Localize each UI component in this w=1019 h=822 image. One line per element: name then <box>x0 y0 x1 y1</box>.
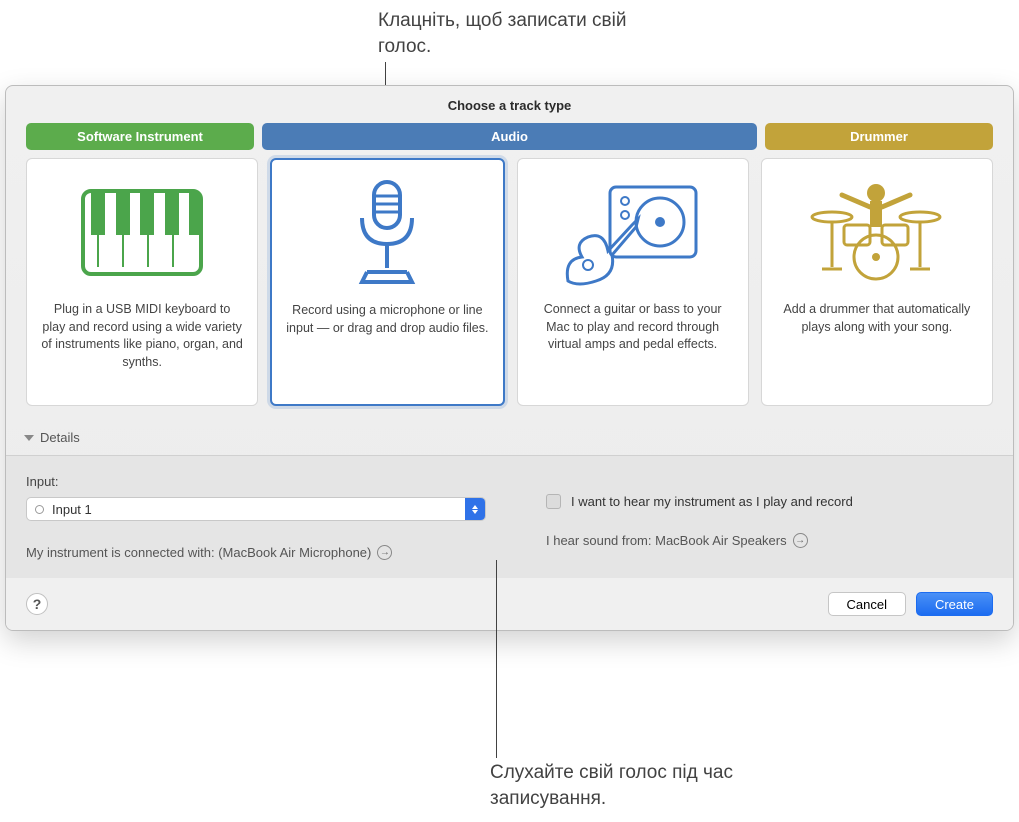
input-label: Input: <box>26 474 486 489</box>
output-device-row[interactable]: I hear sound from: MacBook Air Speakers … <box>546 533 993 548</box>
drummer-icon <box>792 173 962 291</box>
new-track-dialog: Choose a track type Software Instrument … <box>5 85 1014 631</box>
card-mic-description: Record using a microphone or line input … <box>286 302 488 337</box>
card-software-instrument[interactable]: Plug in a USB MIDI keyboard to play and … <box>26 158 258 406</box>
details-right-column: I want to hear my instrument as I play a… <box>546 474 993 560</box>
tab-software-instrument: Software Instrument <box>26 123 254 150</box>
details-toggle[interactable]: Details <box>6 424 1013 455</box>
card-audio-mic[interactable]: Record using a microphone or line input … <box>270 158 504 406</box>
track-type-cards: Plug in a USB MIDI keyboard to play and … <box>6 158 1013 424</box>
input-device-row[interactable]: My instrument is connected with: (MacBoo… <box>26 545 486 560</box>
callout-record-voice: Клацніть, щоб записати свій голос. <box>378 8 678 59</box>
keyboard-icon <box>57 173 227 291</box>
output-device-text: I hear sound from: MacBook Air Speakers <box>546 533 787 548</box>
dialog-footer: ? Cancel Create <box>6 578 1013 630</box>
monitoring-checkbox-row[interactable]: I want to hear my instrument as I play a… <box>546 494 993 509</box>
track-type-tabs: Software Instrument Audio Drummer <box>6 123 1013 158</box>
input-device-text: My instrument is connected with: (MacBoo… <box>26 545 371 560</box>
monitoring-checkbox-label: I want to hear my instrument as I play a… <box>571 494 853 509</box>
details-panel: Input: Input 1 My instrument is connecte… <box>6 455 1013 578</box>
arrow-right-circle-icon: → <box>377 545 392 560</box>
card-drummer[interactable]: Add a drummer that automatically plays a… <box>761 158 993 406</box>
select-stepper-icon <box>465 498 485 520</box>
guitar-amp-icon <box>548 173 718 291</box>
details-left-column: Input: Input 1 My instrument is connecte… <box>26 474 486 560</box>
create-button[interactable]: Create <box>916 592 993 616</box>
tab-audio: Audio <box>262 123 757 150</box>
card-audio-guitar[interactable]: Connect a guitar or bass to your Mac to … <box>517 158 749 406</box>
input-channel-icon <box>35 505 44 514</box>
monitoring-checkbox[interactable] <box>546 494 561 509</box>
callout-line-bottom <box>496 560 497 758</box>
card-drummer-description: Add a drummer that automatically plays a… <box>776 301 978 336</box>
cancel-button[interactable]: Cancel <box>828 592 906 616</box>
card-si-description: Plug in a USB MIDI keyboard to play and … <box>41 301 243 371</box>
input-select-value: Input 1 <box>52 502 465 517</box>
details-label: Details <box>40 430 80 445</box>
microphone-icon <box>302 174 472 292</box>
dialog-title: Choose a track type <box>6 86 1013 123</box>
input-select[interactable]: Input 1 <box>26 497 486 521</box>
tab-drummer: Drummer <box>765 123 993 150</box>
chevron-down-icon <box>24 435 34 441</box>
help-button[interactable]: ? <box>26 593 48 615</box>
callout-hear-voice: Слухайте свій голос під час записування. <box>490 760 810 811</box>
card-guitar-description: Connect a guitar or bass to your Mac to … <box>532 301 734 354</box>
arrow-right-circle-icon: → <box>793 533 808 548</box>
